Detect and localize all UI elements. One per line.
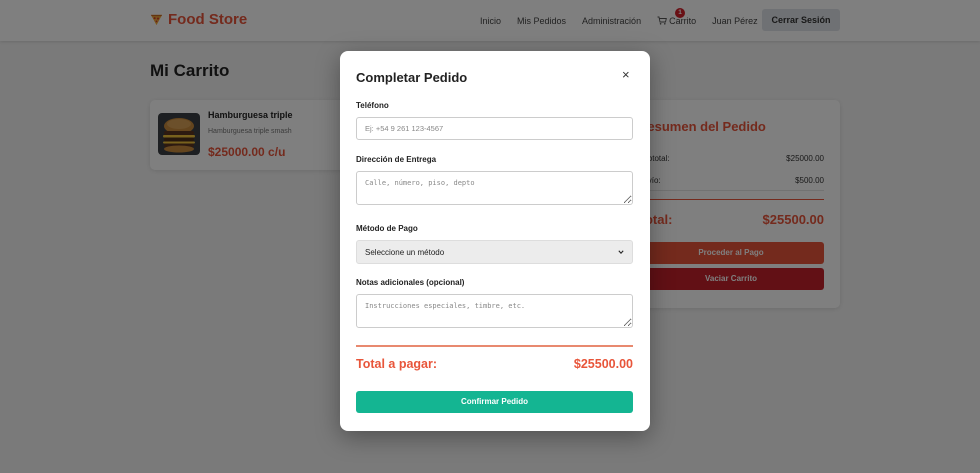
- notes-label: Notas adicionales (opcional): [356, 278, 465, 287]
- notes-textarea[interactable]: [356, 294, 633, 328]
- modal-title: Completar Pedido: [356, 70, 468, 85]
- modal-total-label: Total a pagar:: [356, 357, 438, 371]
- address-textarea[interactable]: [356, 171, 633, 205]
- checkout-modal: Completar Pedido × Teléfono Dirección de…: [340, 51, 650, 431]
- payment-label: Método de Pago: [356, 224, 418, 233]
- chevron-down-icon: [618, 250, 624, 255]
- modal-total: Total a pagar: $25500.00: [356, 357, 633, 371]
- modal-total-value: $25500.00: [573, 357, 633, 371]
- payment-selected-value: Seleccione un método: [365, 247, 445, 257]
- address-label: Dirección de Entrega: [356, 155, 437, 164]
- payment-method-select[interactable]: Seleccione un método: [356, 240, 633, 264]
- confirm-order-button[interactable]: Confirmar Pedido: [356, 391, 633, 413]
- close-icon[interactable]: ×: [622, 68, 630, 82]
- modal-divider: [356, 345, 633, 347]
- phone-label: Teléfono: [356, 101, 389, 110]
- phone-input[interactable]: [356, 117, 633, 140]
